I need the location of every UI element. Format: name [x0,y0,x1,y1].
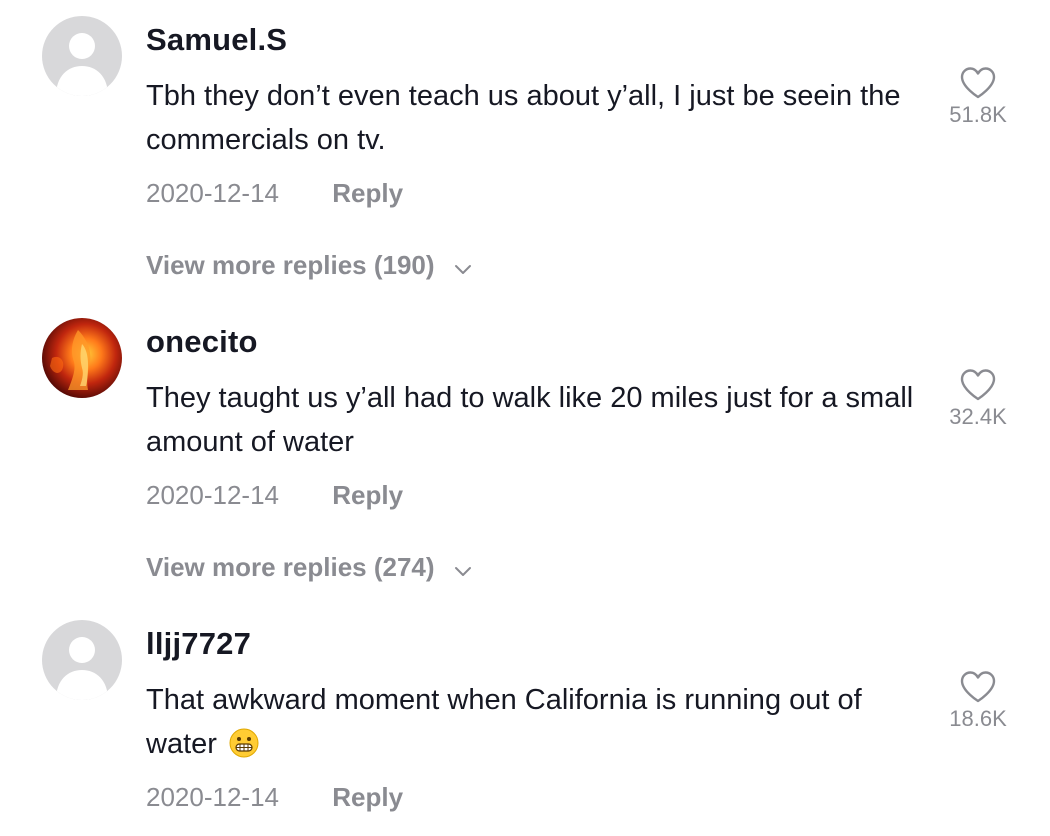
username[interactable]: onecito [146,324,258,360]
avatar[interactable] [42,16,122,96]
like-button[interactable]: 18.6K [940,670,1016,732]
comment-meta: 2020-12-14 Reply [146,782,403,813]
avatar-photo [50,330,91,390]
reply-button[interactable]: Reply [332,178,403,209]
avatar[interactable] [42,318,122,398]
heart-outline-icon [960,671,996,703]
comment-text: Tbh they don’t even teach us about y’all… [146,80,901,156]
grimacing-face-emoji [229,727,259,758]
comment-text: That awkward moment when California is r… [146,678,926,766]
like-button[interactable]: 32.4K [940,368,1016,430]
like-count: 51.8K [949,102,1007,127]
comment-date: 2020-12-14 [146,178,279,208]
avatar[interactable] [42,620,122,700]
username[interactable]: Samuel.S [146,22,287,58]
view-more-replies-label: View more replies (274) [146,552,435,582]
comment-text: They taught us y’all had to walk like 20… [146,382,914,458]
view-more-replies-button[interactable]: View more replies (274) [146,552,472,585]
reply-button[interactable]: Reply [332,480,403,511]
like-count: 18.6K [949,706,1007,731]
comment-meta: 2020-12-14 Reply [146,178,403,209]
view-more-replies-label: View more replies (190) [146,250,435,280]
like-count: 32.4K [949,404,1007,429]
username[interactable]: lljj7727 [146,626,251,662]
default-avatar-icon [56,637,108,700]
chevron-down-icon [454,554,472,585]
reply-button[interactable]: Reply [332,782,403,813]
comment-date: 2020-12-14 [146,480,279,510]
heart-outline-icon [960,369,996,401]
comment-date: 2020-12-14 [146,782,279,812]
comment-meta: 2020-12-14 Reply [146,480,403,511]
default-avatar-icon [56,33,108,96]
like-button[interactable]: 51.8K [940,66,1016,128]
chevron-down-icon [454,252,472,283]
heart-outline-icon [960,67,996,99]
view-more-replies-button[interactable]: View more replies (190) [146,250,472,283]
